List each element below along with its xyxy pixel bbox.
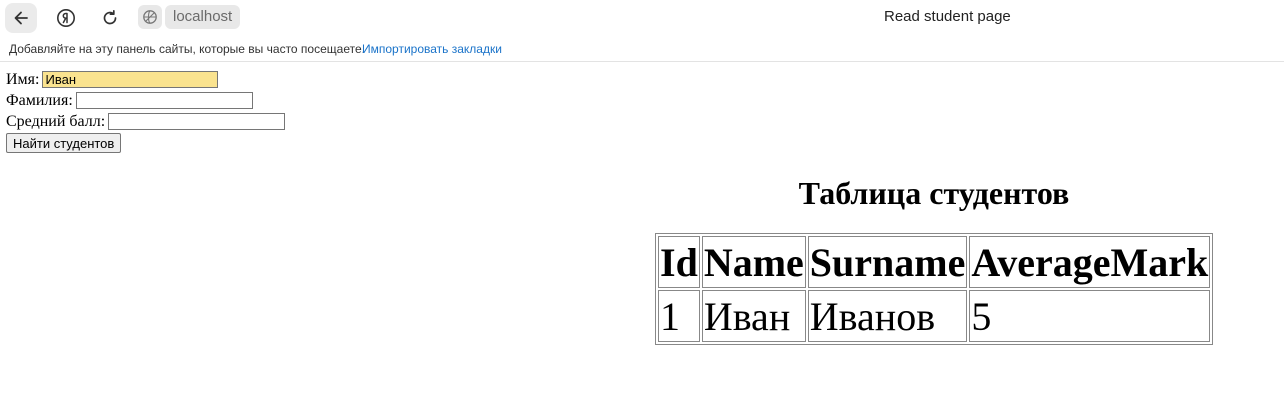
- yandex-button[interactable]: [50, 3, 82, 33]
- back-button[interactable]: [5, 3, 37, 33]
- name-input[interactable]: [42, 71, 219, 88]
- reload-button[interactable]: [94, 3, 126, 33]
- no-connection-globe-icon: [143, 10, 157, 24]
- name-label: Имя:: [6, 70, 40, 88]
- table-header-row: Id Name Surname AverageMark: [658, 236, 1211, 288]
- surname-row: Фамилия:: [6, 90, 285, 111]
- average-mark-label: Средний балл:: [6, 112, 106, 130]
- cell-name: Иван: [701, 290, 806, 342]
- surname-input[interactable]: [75, 92, 253, 109]
- students-table: Id Name Surname AverageMark 1 Иван Ивано…: [655, 233, 1214, 345]
- reload-icon: [103, 9, 117, 25]
- cell-id: 1: [658, 290, 700, 342]
- surname-label: Фамилия:: [6, 91, 73, 109]
- find-students-button[interactable]: Найти студентов: [6, 133, 122, 153]
- column-header-average-mark: AverageMark: [969, 236, 1211, 288]
- column-header-name: Name: [701, 236, 806, 288]
- bookmarks-hint: Добавляйте на эту панель сайты, которые …: [9, 42, 365, 56]
- average-mark-input[interactable]: [108, 113, 286, 130]
- mark-row: Средний балл:: [6, 111, 286, 132]
- bookmarks-bar: Добавляйте на эту панель сайты, которые …: [0, 36, 1284, 62]
- browser-toolbar: localhost Read student page: [0, 0, 1284, 36]
- address-bar[interactable]: localhost: [165, 5, 241, 29]
- cell-average-mark: 5: [969, 290, 1211, 342]
- tab-title: Read student page: [884, 8, 1011, 25]
- column-header-id: Id: [658, 236, 700, 288]
- import-bookmarks-link[interactable]: Импортировать закладки: [362, 42, 502, 56]
- table-title: Таблица студентов: [798, 175, 1070, 211]
- cell-surname: Иванов: [807, 290, 968, 342]
- name-row: Имя:: [6, 69, 285, 90]
- table-row: 1 Иван Иванов 5: [658, 290, 1211, 342]
- search-form: Имя: Фамилия: Средний балл: Найти студен…: [6, 69, 286, 153]
- back-arrow-icon: [14, 11, 28, 25]
- column-header-surname: Surname: [807, 236, 968, 288]
- site-info-icon[interactable]: [138, 5, 162, 29]
- yandex-logo-icon: [57, 9, 75, 27]
